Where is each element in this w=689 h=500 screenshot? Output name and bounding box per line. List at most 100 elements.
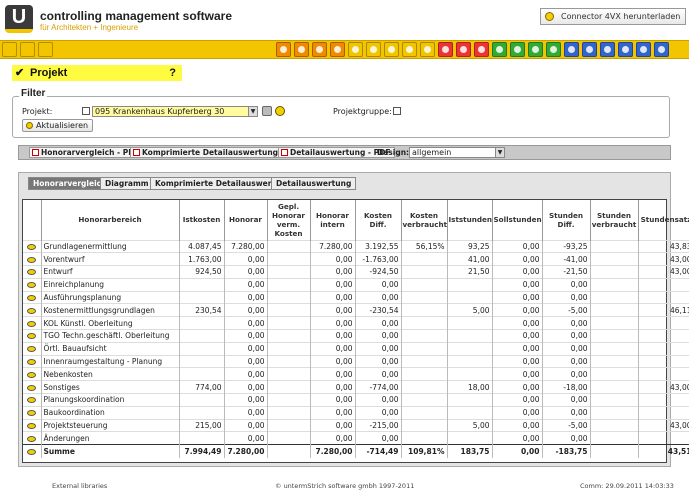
- info-icon[interactable]: [564, 42, 579, 57]
- table-cell: -21,50: [542, 265, 591, 279]
- table-cell: 0,00: [224, 405, 268, 420]
- grid-icon[interactable]: [636, 42, 651, 57]
- table-cell: 0,00: [542, 405, 591, 420]
- euro-icon[interactable]: [384, 42, 399, 57]
- table-cell: 7.280,00: [310, 239, 356, 253]
- rank-icon[interactable]: [2, 42, 17, 57]
- eye-icon[interactable]: [27, 256, 37, 263]
- 123-icon[interactable]: [618, 42, 633, 57]
- eye-icon[interactable]: [27, 320, 37, 327]
- eye-icon[interactable]: [27, 269, 37, 276]
- project-select[interactable]: 095 Krankenhaus Kupferberg 30 ▼: [92, 106, 258, 117]
- table-cell: [638, 367, 689, 381]
- settings-icon[interactable]: [294, 42, 309, 57]
- project-checkbox[interactable]: [82, 107, 90, 115]
- row-label: Baukoordination: [41, 405, 180, 420]
- tab-diagramm[interactable]: Diagramm: [100, 177, 154, 190]
- table-cell: 0,00: [492, 316, 543, 330]
- row-label: TGO Techn.geschäftl. Oberleitung: [41, 329, 180, 343]
- document-icon[interactable]: [474, 42, 489, 57]
- eye-icon[interactable]: [27, 371, 37, 378]
- eye-icon[interactable]: [27, 397, 37, 404]
- eye-icon[interactable]: [27, 435, 37, 442]
- eye-icon[interactable]: [27, 384, 37, 391]
- table-cell: 0,00: [492, 252, 543, 266]
- table-cell: 183,75: [447, 444, 493, 458]
- calendar-icon[interactable]: [654, 42, 669, 57]
- row-icon-cell: [23, 277, 42, 292]
- eye-icon[interactable]: [27, 448, 37, 455]
- table-cell: 7.280,00: [310, 444, 356, 458]
- table-cell: 0,00: [224, 329, 268, 343]
- exit-icon[interactable]: [38, 42, 53, 57]
- bars-icon[interactable]: [582, 42, 597, 57]
- report-bar: Honorarvergleich - PDF Komprimierte Deta…: [18, 145, 671, 160]
- help-icon[interactable]: ?: [169, 65, 176, 81]
- table-cell: [179, 405, 225, 420]
- user-icon[interactable]: [312, 42, 327, 57]
- table-cell: [447, 431, 493, 445]
- table-cell: [179, 367, 225, 381]
- eye-icon[interactable]: [27, 282, 37, 289]
- table-cell: 0,00: [492, 341, 543, 356]
- stack-icon[interactable]: [528, 42, 543, 57]
- design-select[interactable]: allgemein ▼: [409, 147, 505, 158]
- tab-detailauswertung[interactable]: Detailauswertung: [271, 177, 357, 190]
- eye-icon[interactable]: [27, 243, 37, 250]
- table-cell: -183,75: [542, 444, 591, 458]
- table-cell: 0,00: [224, 380, 268, 394]
- eye-icon[interactable]: [275, 106, 285, 116]
- table-cell: [401, 418, 448, 432]
- table-row: Projektsteuerung 215,00 0,00 0,00 -215,00 5,0…: [23, 418, 689, 432]
- table-row: Einreichplanung 0,00 0,00 0,00 0,00 0,00: [23, 277, 689, 292]
- group-label: Projektgruppe:: [333, 107, 392, 116]
- moon-icon[interactable]: [348, 42, 363, 57]
- word-icon[interactable]: [600, 42, 615, 57]
- project-select-value: 095 Krankenhaus Kupferberg 30: [95, 107, 225, 116]
- table-cell: -18,00: [542, 380, 591, 394]
- eye-icon[interactable]: [27, 307, 37, 314]
- table-row: Sonstiges 774,00 0,00 0,00 -774,00 18,00 0,00-…: [23, 380, 689, 394]
- eye-icon[interactable]: [27, 346, 37, 353]
- mail-icon[interactable]: [546, 42, 561, 57]
- footer-libraries-link[interactable]: External libraries: [52, 482, 107, 490]
- eye-icon[interactable]: [27, 423, 37, 430]
- table-cell: -5,00: [542, 418, 591, 432]
- table-cell: 0,00: [542, 393, 591, 407]
- target-icon[interactable]: [330, 42, 345, 57]
- main-toolbar: [0, 40, 689, 59]
- alarm-icon[interactable]: [438, 42, 453, 57]
- eye-icon[interactable]: [27, 295, 37, 302]
- table-row: Nebenkosten 0,00 0,00 0,00 0,00 0,00: [23, 367, 689, 381]
- table-cell: 0,00: [224, 354, 268, 368]
- table-cell: [590, 265, 639, 279]
- home-icon[interactable]: [276, 42, 291, 57]
- refresh-button[interactable]: Aktualisieren: [22, 119, 94, 132]
- pen-icon[interactable]: [492, 42, 507, 57]
- pdf-honorarvergleich-button[interactable]: Honorarvergleich - PDF: [29, 147, 144, 158]
- table-cell: 0,00: [310, 354, 356, 368]
- footer-timestamp: Comm: 29.09.2011 14:03:33: [580, 482, 674, 490]
- eye-icon[interactable]: [27, 410, 37, 417]
- columns-icon[interactable]: [510, 42, 525, 57]
- gear-icon[interactable]: [402, 42, 417, 57]
- table-cell: 0,00: [224, 418, 268, 432]
- table-cell: 43,83: [638, 239, 689, 253]
- table-cell: 0,00: [492, 431, 543, 445]
- eye-icon[interactable]: [27, 359, 37, 366]
- star-icon[interactable]: [262, 106, 272, 116]
- refresh-icon: [26, 122, 33, 129]
- table-cell: [401, 316, 448, 330]
- connector-download-button[interactable]: Connector 4VX herunterladen: [540, 8, 686, 25]
- table-cell: 0,00: [355, 290, 402, 304]
- group-checkbox[interactable]: [393, 107, 401, 115]
- trash-icon[interactable]: [456, 42, 471, 57]
- table-cell: 3.192,55: [355, 239, 402, 253]
- half-circle-icon[interactable]: [366, 42, 381, 57]
- table-cell: 0,00: [310, 405, 356, 420]
- table-cell: [638, 431, 689, 445]
- list-icon[interactable]: [20, 42, 35, 57]
- tab-honorarvergleich[interactable]: Honorarvergleich: [28, 177, 112, 190]
- eye-icon[interactable]: [27, 333, 37, 340]
- check-icon[interactable]: [420, 42, 435, 57]
